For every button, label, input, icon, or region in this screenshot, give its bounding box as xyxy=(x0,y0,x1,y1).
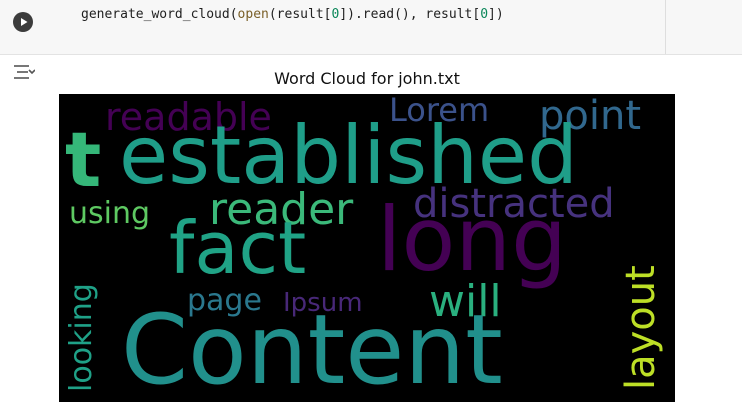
word-t: t xyxy=(65,115,102,204)
word-layout: layout xyxy=(618,265,664,390)
wordcloud-image: readable Lorem point established t using… xyxy=(59,94,675,402)
code-rest: ]).read(), result[ xyxy=(339,7,481,22)
code-line[interactable]: generate_word_cloud(open(result[ 0]).read… xyxy=(81,7,504,22)
code-rest: ]) xyxy=(488,7,504,22)
word-fact: fact xyxy=(169,206,307,290)
play-icon xyxy=(21,18,28,26)
word-looking: looking xyxy=(64,283,99,392)
cell-divider xyxy=(665,0,666,54)
output-toggle-icon[interactable] xyxy=(13,63,36,81)
code-number: 0 xyxy=(480,7,489,22)
code-builtin: open xyxy=(237,7,269,22)
word-content: Content xyxy=(121,294,503,402)
word-long: long xyxy=(377,188,567,291)
wordcloud-title: Word Cloud for john.txt xyxy=(274,69,460,88)
run-cell-button[interactable] xyxy=(13,12,33,32)
code-cell[interactable]: generate_word_cloud(open(result[ 0]).read… xyxy=(0,0,742,55)
code-rest: (result[ xyxy=(268,7,332,22)
word-using: using xyxy=(69,196,151,231)
code-fn: generate_word_cloud( xyxy=(81,7,238,22)
